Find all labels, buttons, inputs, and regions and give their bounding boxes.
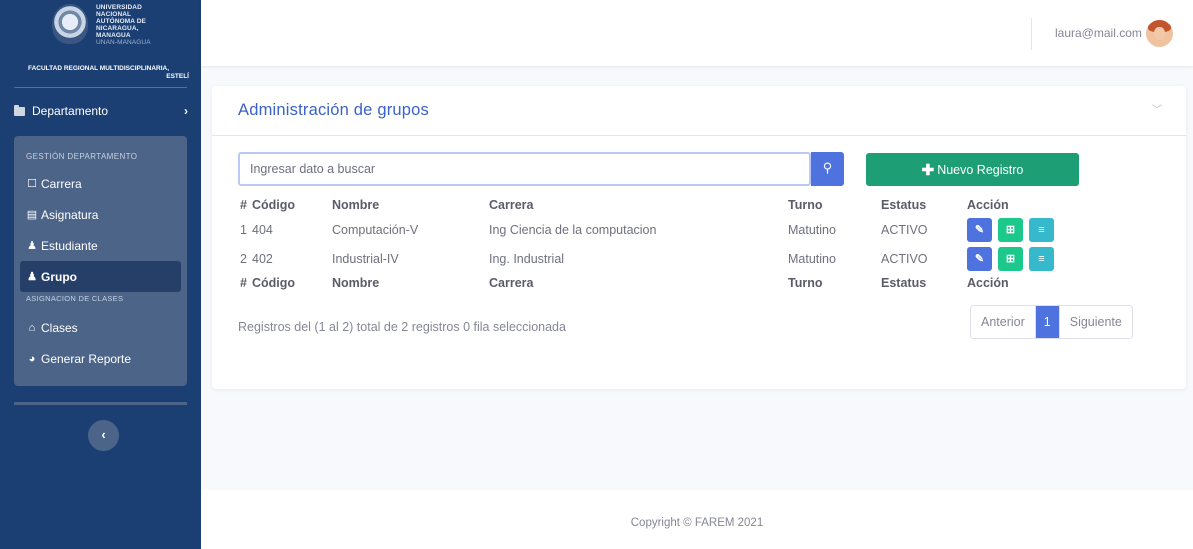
cell-turno: Matutino (788, 222, 836, 237)
cell-num: 1 (240, 222, 247, 237)
column-header[interactable]: Carrera (489, 195, 788, 215)
list-icon: ≡ (1038, 252, 1045, 265)
cell-nombre: Industrial-IV (332, 251, 399, 266)
university-icon: ⌂ (28, 321, 36, 334)
table-footer-row: # Código Nombre Carrera Turno Estatus Ac… (240, 273, 1097, 293)
plus-icon: ✚ (921, 161, 935, 179)
groups-card: Administración de grupos ﹀ Ingresar dato… (212, 86, 1186, 389)
table-row[interactable]: 2 402 Industrial-IV Ing. Industrial Matu… (240, 244, 1097, 273)
table-row[interactable]: 1 404 Computación-V Ing Ciencia de la co… (240, 215, 1097, 244)
edit-button[interactable]: ✎ (967, 246, 992, 271)
bookmark-icon: ☐ (27, 178, 37, 190)
column-header[interactable]: Estatus (881, 195, 967, 215)
details-button[interactable]: ≡ (1029, 217, 1054, 242)
chevron-right-icon: › (184, 104, 188, 118)
search-button[interactable]: ⚲ (811, 152, 844, 186)
search-input[interactable]: Ingresar dato a buscar (238, 152, 811, 186)
copyright-text: Copyright © FAREM 2021 (630, 517, 764, 529)
faculty-name: FACULTAD REGIONAL MULTIDISCIPLINARIA, ES… (27, 65, 189, 80)
column-footer: Turno (788, 276, 823, 290)
submenu-heading: ASIGNACION DE CLASES (26, 294, 124, 303)
edit-icon: ✎ (974, 253, 985, 265)
submenu-heading: GESTIÓN DEPARTAMENTO (26, 152, 138, 161)
cell-estatus: ACTIVO (881, 222, 928, 237)
cell-actions: ✎ ⊞ ≡ (967, 244, 1097, 273)
submenu-panel: GESTIÓN DEPARTAMENTO ☐ Carrera ▤ Asignat… (14, 136, 187, 386)
sidebar-item-clases[interactable]: ⌂ Clases (14, 312, 187, 343)
sidebar-item-label: Departamento (32, 104, 109, 118)
edit-button[interactable]: ✎ (967, 217, 992, 242)
assign-button[interactable]: ⊞ (998, 246, 1023, 271)
column-footer: Acción (967, 276, 1009, 290)
user-email[interactable]: laura@mail.com (1055, 26, 1142, 40)
column-footer: Nombre (332, 276, 380, 290)
sidebar-item-carrera[interactable]: ☐ Carrera (14, 168, 187, 199)
column-header[interactable]: Código (252, 195, 332, 215)
list-icon: ≡ (1038, 223, 1045, 236)
sidebar-item-asignatura[interactable]: ▤ Asignatura (14, 199, 187, 230)
cell-nombre: Computación-V (332, 222, 419, 237)
column-header: Acción (967, 198, 1009, 212)
university-name: UNIVERSIDAD NACIONAL AUTÓNOMA DE NICARAG… (96, 4, 151, 46)
column-header[interactable]: Nombre (332, 195, 489, 215)
topbar: laura@mail.com (201, 0, 1193, 66)
assign-button[interactable]: ⊞ (998, 217, 1023, 242)
plus-square-icon: ⊞ (1005, 253, 1016, 265)
sidebar-toggle-button[interactable]: ‹ (88, 420, 119, 451)
search-icon: ⚲ (822, 160, 833, 175)
column-footer: Estatus (881, 276, 927, 290)
edit-icon: ✎ (974, 224, 985, 236)
cell-turno: Matutino (788, 251, 836, 266)
cell-estatus: ACTIVO (881, 251, 928, 266)
pagination-page-1[interactable]: 1 (1034, 306, 1060, 338)
table-info: Registros del (1 al 2) total de 2 regist… (238, 320, 566, 334)
pie-chart-icon: ◕ (28, 352, 36, 365)
sidebar-item-departamento[interactable]: Departamento › (14, 98, 188, 124)
folder-icon (14, 104, 25, 116)
column-header[interactable]: Turno (788, 195, 881, 215)
cell-codigo: 404 (252, 222, 273, 237)
cell-carrera: Ing Ciencia de la computacion (489, 222, 657, 237)
sidebar-item-grupo[interactable]: ♟ Grupo (20, 261, 181, 292)
user-graduate-icon: ♟ (27, 240, 37, 252)
table-header-row: # Código Nombre Carrera Turno Estatus Ac… (240, 195, 1097, 215)
chevron-down-icon[interactable]: ﹀ (1152, 101, 1162, 116)
column-footer: Carrera (489, 276, 534, 290)
pagination-prev-button[interactable]: Anterior (971, 306, 1035, 338)
sidebar-item-estudiante[interactable]: ♟ Estudiante (14, 230, 187, 261)
plus-square-icon: ⊞ (1005, 224, 1016, 236)
cell-carrera: Ing. Industrial (489, 251, 565, 266)
details-button[interactable]: ≡ (1029, 246, 1054, 271)
cell-num: 2 (240, 251, 247, 266)
column-footer: # (240, 276, 247, 290)
topbar-divider (1031, 18, 1032, 50)
footer: Copyright © FAREM 2021 (201, 490, 1193, 549)
search-placeholder: Ingresar dato a buscar (250, 162, 376, 176)
sidebar: UNIVERSIDAD NACIONAL AUTÓNOMA DE NICARAG… (0, 0, 201, 549)
cell-actions: ✎ ⊞ ≡ (967, 215, 1097, 244)
pagination-next-button[interactable]: Siguiente (1059, 306, 1132, 338)
chevron-left-icon: ‹ (101, 427, 106, 442)
brand[interactable]: UNIVERSIDAD NACIONAL AUTÓNOMA DE NICARAG… (14, 0, 189, 88)
sidebar-item-generar-reporte[interactable]: ◕ Generar Reporte (14, 343, 187, 374)
groups-table: # Código Nombre Carrera Turno Estatus Ac… (240, 195, 1097, 293)
university-crest-icon (52, 4, 88, 44)
cell-codigo: 402 (252, 251, 273, 266)
book-icon: ▤ (26, 209, 38, 221)
new-record-button[interactable]: ✚ Nuevo Registro (866, 153, 1079, 186)
column-footer: Código (252, 276, 296, 290)
column-header[interactable]: # (240, 195, 252, 215)
avatar[interactable] (1146, 20, 1173, 47)
sidebar-divider (14, 402, 187, 405)
card-header: Administración de grupos ﹀ (212, 86, 1186, 136)
pagination: Anterior 1 Siguiente (970, 305, 1133, 339)
page-title: Administración de grupos (238, 101, 429, 119)
users-icon: ♟ (27, 271, 37, 283)
